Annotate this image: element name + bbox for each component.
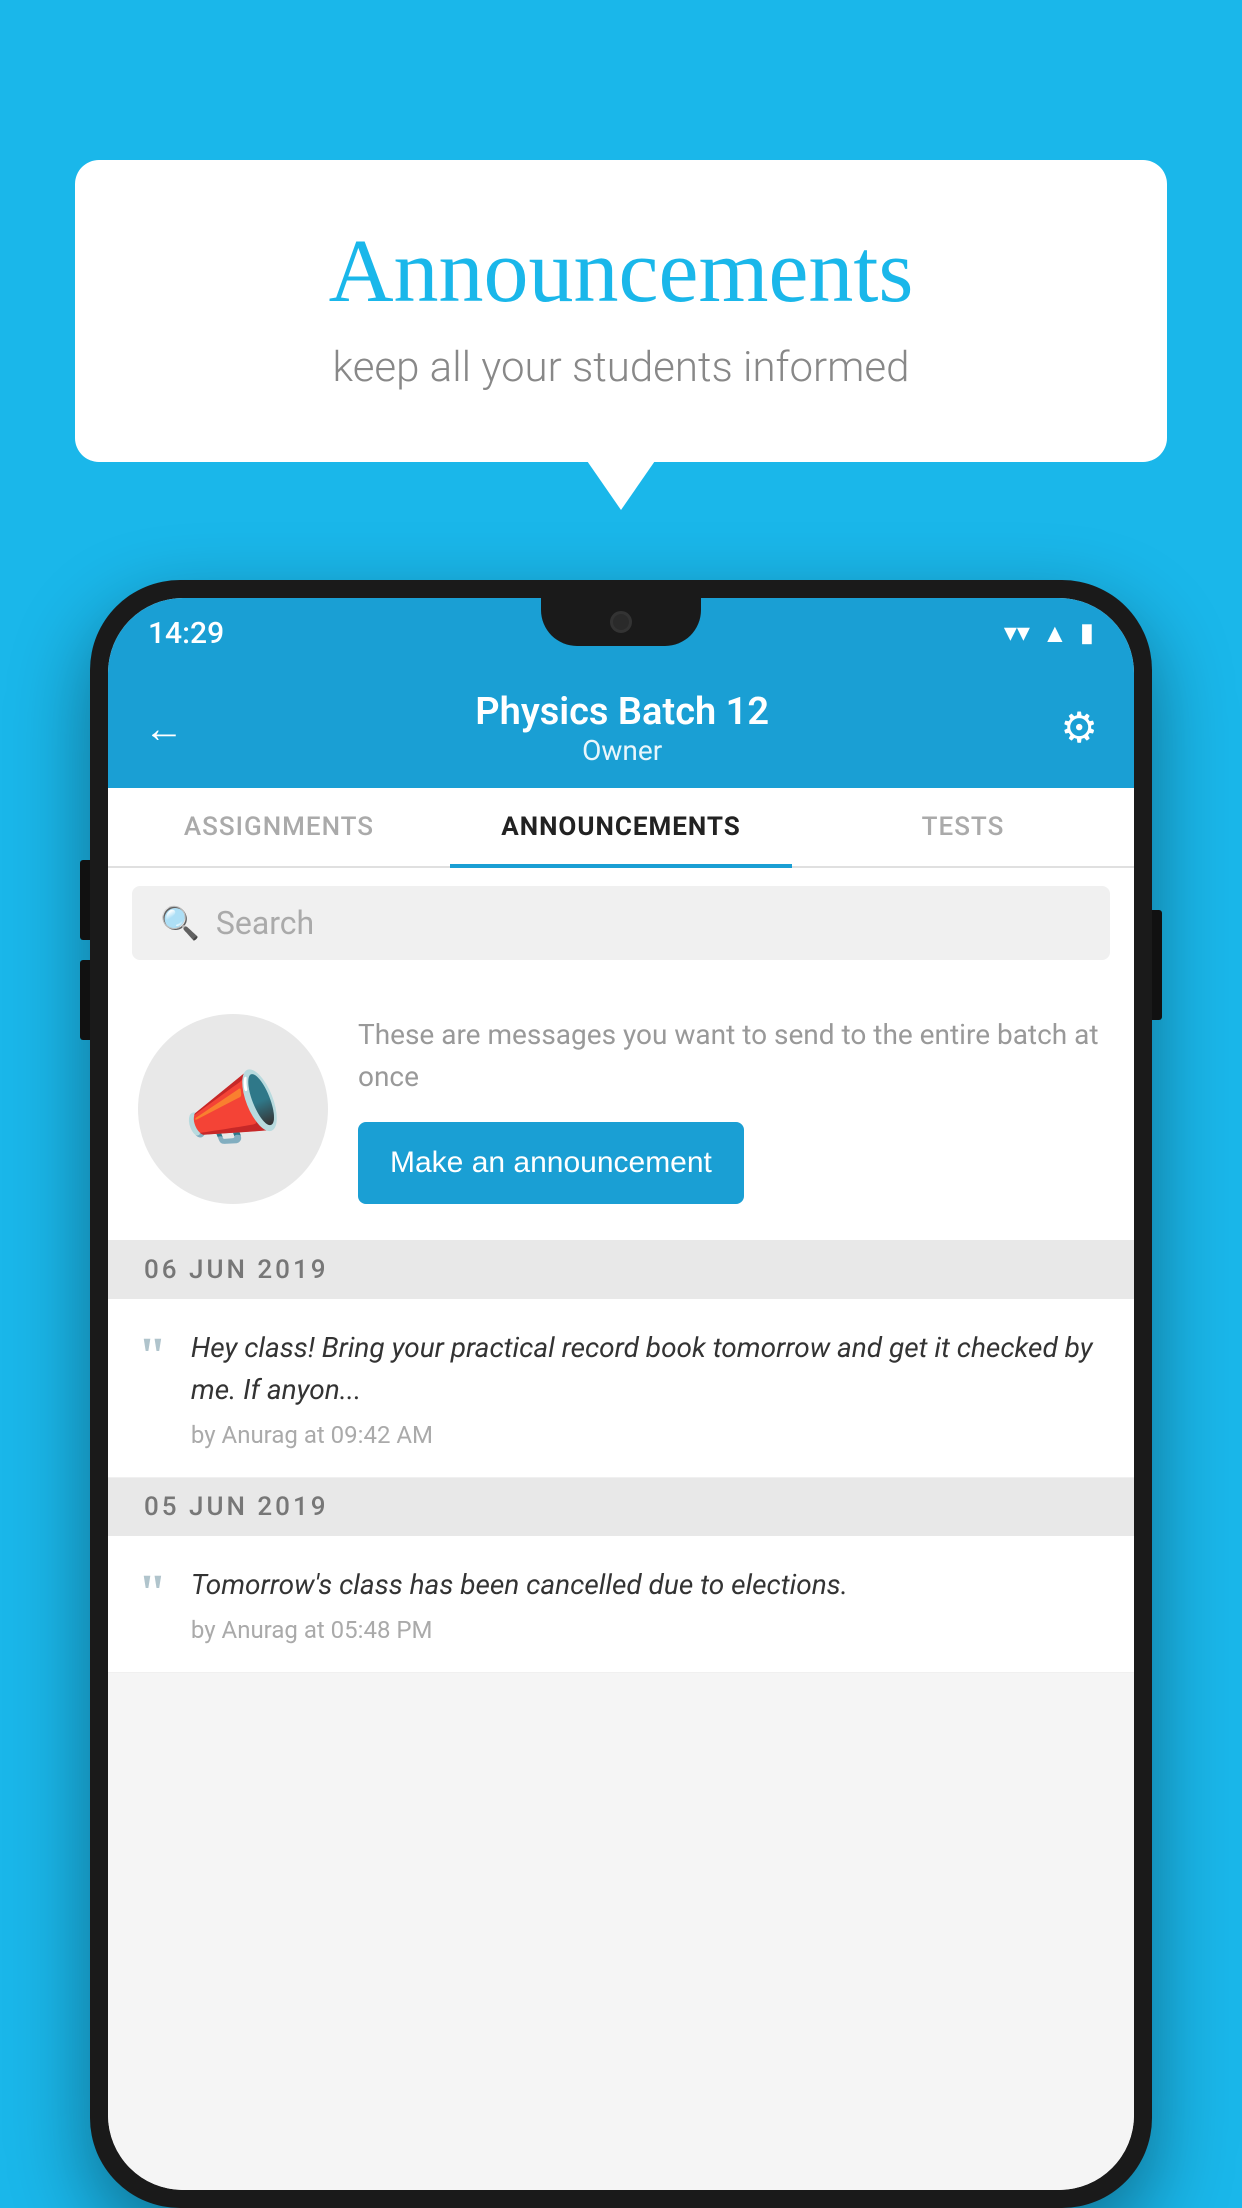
megaphone-icon: 📣 [183,1062,283,1156]
quote-icon-1: " [138,1331,167,1383]
search-bar[interactable]: 🔍 Search [132,886,1110,960]
announcement-text-1: Hey class! Bring your practical record b… [191,1327,1104,1411]
battery-icon: ▮ [1080,618,1094,648]
app-bar-title: Physics Batch 12 [184,690,1060,734]
volume-up-button [80,860,90,940]
notch-camera [610,611,632,633]
announcement-meta-1: by Anurag at 09:42 AM [191,1421,1104,1449]
bubble-subtitle: keep all your students informed [155,343,1087,392]
date-separator-1: 06 JUN 2019 [108,1241,1134,1299]
phone-notch [541,598,701,646]
announcement-content-1: Hey class! Bring your practical record b… [191,1327,1104,1449]
megaphone-circle: 📣 [138,1014,328,1204]
app-bar-subtitle: Owner [184,734,1060,767]
content-area: 🔍 Search 📣 These are messages you want t… [108,868,1134,2190]
announcement-meta-2: by Anurag at 05:48 PM [191,1616,1104,1644]
signal-icon: ▲ [1042,618,1068,649]
status-icons: ▾▾ ▲ ▮ [1004,618,1094,649]
search-bar-wrapper: 🔍 Search [108,868,1134,978]
announcement-text-2: Tomorrow's class has been cancelled due … [191,1564,1104,1606]
announcement-content-2: Tomorrow's class has been cancelled due … [191,1564,1104,1644]
bubble-title: Announcements [155,220,1087,323]
status-time: 14:29 [148,616,224,651]
announcement-prompt: 📣 These are messages you want to send to… [108,978,1134,1241]
back-button[interactable]: ← [144,705,184,752]
phone-outer: 14:29 ▾▾ ▲ ▮ ← Physics Batch 12 Owner ⚙ … [90,580,1152,2208]
prompt-description: These are messages you want to send to t… [358,1014,1104,1098]
speech-bubble: Announcements keep all your students inf… [75,160,1167,462]
tab-bar: ASSIGNMENTS ANNOUNCEMENTS TESTS [108,788,1134,868]
prompt-right: These are messages you want to send to t… [358,1014,1104,1204]
app-bar-title-area: Physics Batch 12 Owner [184,690,1060,767]
date-label-1: 06 JUN 2019 [144,1255,329,1285]
search-icon: 🔍 [160,904,200,942]
date-label-2: 05 JUN 2019 [144,1492,329,1522]
phone-container: 14:29 ▾▾ ▲ ▮ ← Physics Batch 12 Owner ⚙ … [90,580,1152,2208]
make-announcement-button[interactable]: Make an announcement [358,1122,744,1204]
app-bar: ← Physics Batch 12 Owner ⚙ [108,668,1134,788]
volume-down-button [80,960,90,1040]
quote-icon-2: " [138,1568,167,1620]
speech-bubble-section: Announcements keep all your students inf… [75,160,1167,462]
wifi-icon: ▾▾ [1004,618,1030,648]
tab-tests[interactable]: TESTS [792,788,1134,866]
date-separator-2: 05 JUN 2019 [108,1478,1134,1536]
tab-assignments[interactable]: ASSIGNMENTS [108,788,450,866]
settings-button[interactable]: ⚙ [1060,703,1098,753]
announcement-item-1[interactable]: " Hey class! Bring your practical record… [108,1299,1134,1478]
power-button [1152,910,1162,1020]
tab-announcements[interactable]: ANNOUNCEMENTS [450,788,792,866]
phone-screen: 14:29 ▾▾ ▲ ▮ ← Physics Batch 12 Owner ⚙ … [108,598,1134,2190]
announcement-item-2[interactable]: " Tomorrow's class has been cancelled du… [108,1536,1134,1673]
search-input[interactable]: Search [216,904,314,942]
